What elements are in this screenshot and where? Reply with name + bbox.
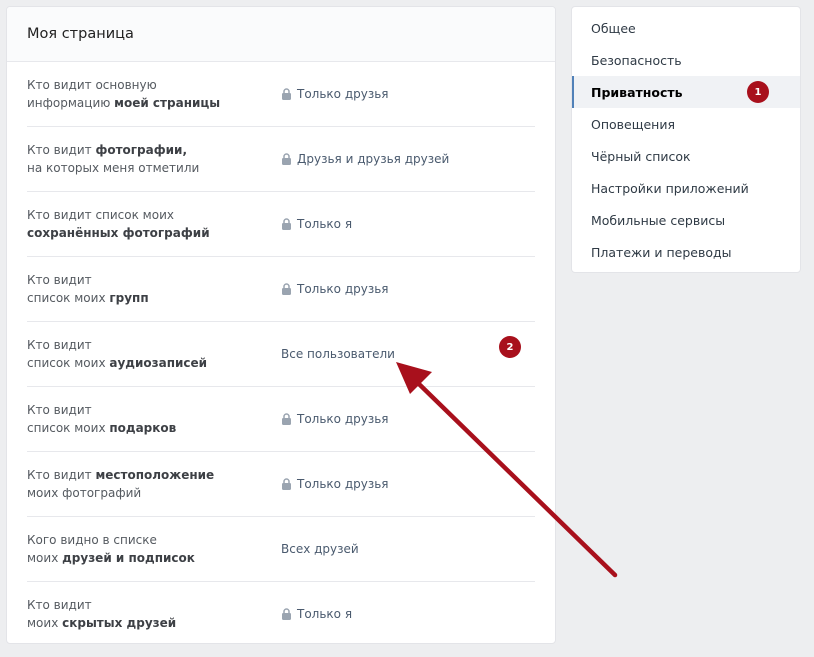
sidebar-item-label: Приватность	[591, 84, 683, 100]
row-label: Кто видит список моих сохранённых фотогр…	[27, 208, 210, 240]
privacy-settings-card: Моя страница Кто видит основную информац…	[6, 6, 556, 644]
row-label: Кто видит список моих аудиозаписей	[27, 338, 208, 370]
annotation-badge-2: 2	[499, 336, 521, 358]
privacy-row-photo-location: Кто видит местоположение моих фотографий…	[27, 452, 535, 517]
privacy-value-tagged-photos[interactable]: Друзья и друзья друзей	[281, 152, 449, 166]
sidebar-item-security[interactable]: Безопасность	[572, 44, 800, 76]
lock-icon	[282, 608, 291, 620]
sidebar-item-privacy[interactable]: Приватность 1	[572, 76, 800, 108]
privacy-value-photo-location[interactable]: Только друзья	[281, 477, 389, 491]
privacy-value-friends-list[interactable]: Всех друзей	[281, 542, 359, 556]
privacy-row-friends-list: Кого видно в списке моих друзей и подпис…	[27, 517, 535, 582]
privacy-value-groups[interactable]: Только друзья	[281, 282, 389, 296]
row-label: Кого видно в списке моих друзей и подпис…	[27, 533, 195, 565]
row-label: Кто видит список моих подарков	[27, 403, 177, 435]
privacy-value-main-info[interactable]: Только друзья	[281, 87, 389, 101]
privacy-row-groups: Кто видит список моих групп Только друзь…	[27, 257, 535, 322]
privacy-row-main-info: Кто видит основную информацию моей стран…	[27, 62, 535, 127]
lock-icon	[282, 478, 291, 490]
privacy-value-saved-photos[interactable]: Только я	[281, 217, 352, 231]
lock-icon	[282, 88, 291, 100]
privacy-row-gifts: Кто видит список моих подарков Только др…	[27, 387, 535, 452]
sidebar-item-mobile-services[interactable]: Мобильные сервисы	[572, 204, 800, 236]
sidebar-item-notifications[interactable]: Оповещения	[572, 108, 800, 140]
lock-icon	[282, 218, 291, 230]
privacy-row-saved-photos: Кто видит список моих сохранённых фотогр…	[27, 192, 535, 257]
row-label: Кто видит моих скрытых друзей	[27, 598, 177, 630]
settings-sidebar: Общее Безопасность Приватность 1 Оповеще…	[571, 6, 801, 273]
sidebar-item-app-settings[interactable]: Настройки приложений	[572, 172, 800, 204]
privacy-value-gifts[interactable]: Только друзья	[281, 412, 389, 426]
sidebar-item-payments[interactable]: Платежи и переводы	[572, 236, 800, 268]
row-label: Кто видит основную информацию моей стран…	[27, 78, 221, 110]
row-label: Кто видит местоположение моих фотографий	[27, 468, 215, 500]
row-label: Кто видит фотографии, на которых меня от…	[27, 143, 200, 175]
lock-icon	[282, 153, 291, 165]
privacy-row-tagged-photos: Кто видит фотографии, на которых меня от…	[27, 127, 535, 192]
page-title: Моя страница	[7, 7, 555, 62]
privacy-row-audio: Кто видит список моих аудиозаписей Все п…	[27, 322, 535, 387]
sidebar-item-blacklist[interactable]: Чёрный список	[572, 140, 800, 172]
lock-icon	[282, 283, 291, 295]
privacy-rows: Кто видит основную информацию моей стран…	[7, 62, 555, 643]
sidebar-item-general[interactable]: Общее	[572, 12, 800, 44]
privacy-value-hidden-friends[interactable]: Только я	[281, 607, 352, 621]
row-label: Кто видит список моих групп	[27, 273, 149, 305]
annotation-badge-1: 1	[747, 81, 769, 103]
privacy-row-hidden-friends: Кто видит моих скрытых друзей Только я	[27, 582, 535, 643]
lock-icon	[282, 413, 291, 425]
privacy-value-audio[interactable]: Все пользователи	[281, 347, 395, 361]
